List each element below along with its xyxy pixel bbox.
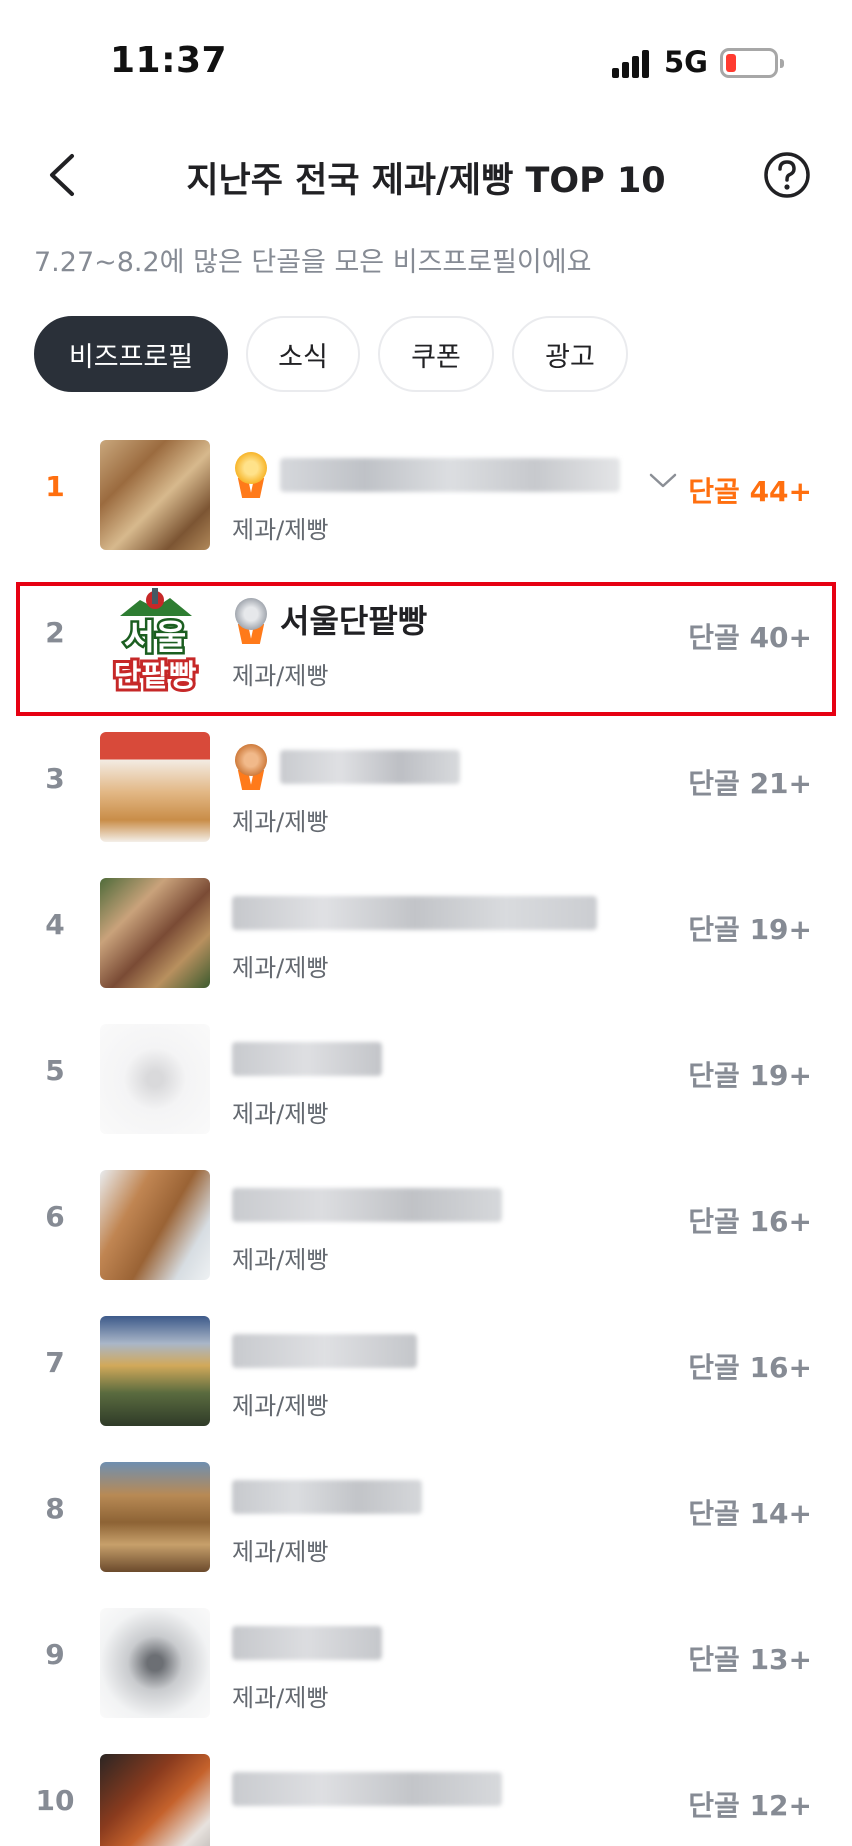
list-item[interactable]: 2 서울 단팥빵 서울단팥빵 제과/제빵 단골 40+ bbox=[0, 576, 852, 704]
list-item[interactable]: 7 제과/제빵 단골 16+ bbox=[0, 1306, 852, 1434]
tab-bizprofile[interactable]: 비즈프로필 bbox=[34, 316, 228, 392]
regulars-count: 단골 16+ bbox=[688, 1351, 812, 1384]
rank-number: 4 bbox=[45, 908, 65, 941]
rank-number: 3 bbox=[45, 762, 65, 795]
category-label: 제과/제빵 bbox=[232, 1684, 329, 1712]
business-name-blurred bbox=[232, 1480, 422, 1514]
regulars-count: 단골 13+ bbox=[688, 1643, 812, 1676]
svg-text:단팥빵: 단팥빵 bbox=[114, 659, 197, 694]
rank-number: 10 bbox=[35, 1784, 75, 1817]
subtitle: 7.27~8.2에 많은 단골을 모은 비즈프로필이에요 bbox=[34, 247, 592, 278]
rank-number: 5 bbox=[45, 1054, 65, 1087]
tab-coupon[interactable]: 쿠폰 bbox=[378, 316, 494, 392]
status-bar: 11:37 5G bbox=[0, 0, 852, 120]
tab-news[interactable]: 소식 bbox=[246, 316, 360, 392]
business-name-blurred bbox=[232, 896, 597, 930]
category-label: 제과/제빵 bbox=[232, 662, 329, 690]
business-thumbnail bbox=[100, 1754, 210, 1846]
business-name: 서울단팥빵 bbox=[280, 602, 428, 640]
regulars-count: 단골 21+ bbox=[688, 767, 812, 800]
business-name-blurred bbox=[232, 1626, 382, 1660]
list-item[interactable]: 10 단골 12+ bbox=[0, 1744, 852, 1846]
list-item[interactable]: 4 제과/제빵 단골 19+ bbox=[0, 868, 852, 996]
business-thumbnail bbox=[100, 1462, 210, 1572]
regulars-count: 단골 44+ bbox=[688, 475, 812, 508]
status-time: 11:37 bbox=[110, 40, 228, 81]
category-label: 제과/제빵 bbox=[232, 516, 329, 544]
page-title: 지난주 전국 제과/제빵 TOP 10 bbox=[186, 161, 666, 201]
business-thumbnail bbox=[100, 1170, 210, 1280]
business-name-blurred bbox=[232, 1772, 502, 1806]
category-label: 제과/제빵 bbox=[232, 1246, 329, 1274]
rank-number: 1 bbox=[45, 470, 65, 503]
regulars-count: 단골 16+ bbox=[688, 1205, 812, 1238]
bronze-medal-icon bbox=[232, 744, 270, 794]
business-thumbnail bbox=[100, 1608, 210, 1718]
header: 지난주 전국 제과/제빵 TOP 10 bbox=[0, 130, 852, 220]
list-item[interactable]: 1 제과/제빵 단골 44+ bbox=[0, 430, 852, 558]
rank-number: 8 bbox=[45, 1492, 65, 1525]
category-label: 제과/제빵 bbox=[232, 1392, 329, 1420]
regulars-count: 단골 14+ bbox=[688, 1497, 812, 1530]
category-label: 제과/제빵 bbox=[232, 808, 329, 836]
help-button[interactable] bbox=[762, 150, 812, 200]
filter-tabs: 비즈프로필 소식 쿠폰 광고 bbox=[34, 316, 628, 396]
list-item[interactable]: 6 제과/제빵 단골 16+ bbox=[0, 1160, 852, 1288]
tab-ad[interactable]: 광고 bbox=[512, 316, 628, 392]
regulars-count: 단골 12+ bbox=[688, 1789, 812, 1822]
business-thumbnail bbox=[100, 1024, 210, 1134]
silver-medal-icon bbox=[232, 598, 270, 648]
list-item[interactable]: 9 제과/제빵 단골 13+ bbox=[0, 1598, 852, 1726]
gold-medal-icon bbox=[232, 452, 270, 502]
chevron-down-icon[interactable] bbox=[648, 472, 678, 490]
business-thumbnail bbox=[100, 1316, 210, 1426]
rank-number: 2 bbox=[45, 616, 65, 649]
business-name-blurred bbox=[280, 750, 460, 784]
list-item[interactable]: 8 제과/제빵 단골 14+ bbox=[0, 1452, 852, 1580]
category-label: 제과/제빵 bbox=[232, 1538, 329, 1566]
list-item[interactable]: 5 제과/제빵 단골 19+ bbox=[0, 1014, 852, 1142]
regulars-count: 단골 19+ bbox=[688, 913, 812, 946]
rank-number: 6 bbox=[45, 1200, 65, 1233]
business-name-blurred bbox=[232, 1042, 382, 1076]
regulars-count: 단골 40+ bbox=[688, 621, 812, 654]
business-name-blurred bbox=[232, 1188, 502, 1222]
business-name-blurred bbox=[232, 1334, 417, 1368]
screen: 11:37 5G 지난주 전국 제과/제빵 TOP 10 7.27~8.2에 많… bbox=[0, 0, 852, 1846]
business-name-blurred bbox=[280, 458, 620, 492]
category-label: 제과/제빵 bbox=[232, 954, 329, 982]
question-circle-icon bbox=[764, 152, 810, 198]
seoul-danpatbbang-logo: 서울 단팥빵 bbox=[100, 586, 210, 697]
business-thumbnail bbox=[100, 440, 210, 550]
category-label: 제과/제빵 bbox=[232, 1100, 329, 1128]
business-thumbnail bbox=[100, 878, 210, 988]
svg-text:서울: 서울 bbox=[124, 618, 187, 658]
rank-number: 9 bbox=[45, 1638, 65, 1671]
regulars-count: 단골 19+ bbox=[688, 1059, 812, 1092]
list-item[interactable]: 3 제과/제빵 단골 21+ bbox=[0, 722, 852, 850]
business-thumbnail bbox=[100, 732, 210, 842]
network-label: 5G bbox=[664, 45, 708, 79]
battery-icon bbox=[720, 48, 784, 78]
signal-icon bbox=[612, 48, 652, 78]
rank-number: 7 bbox=[45, 1346, 65, 1379]
